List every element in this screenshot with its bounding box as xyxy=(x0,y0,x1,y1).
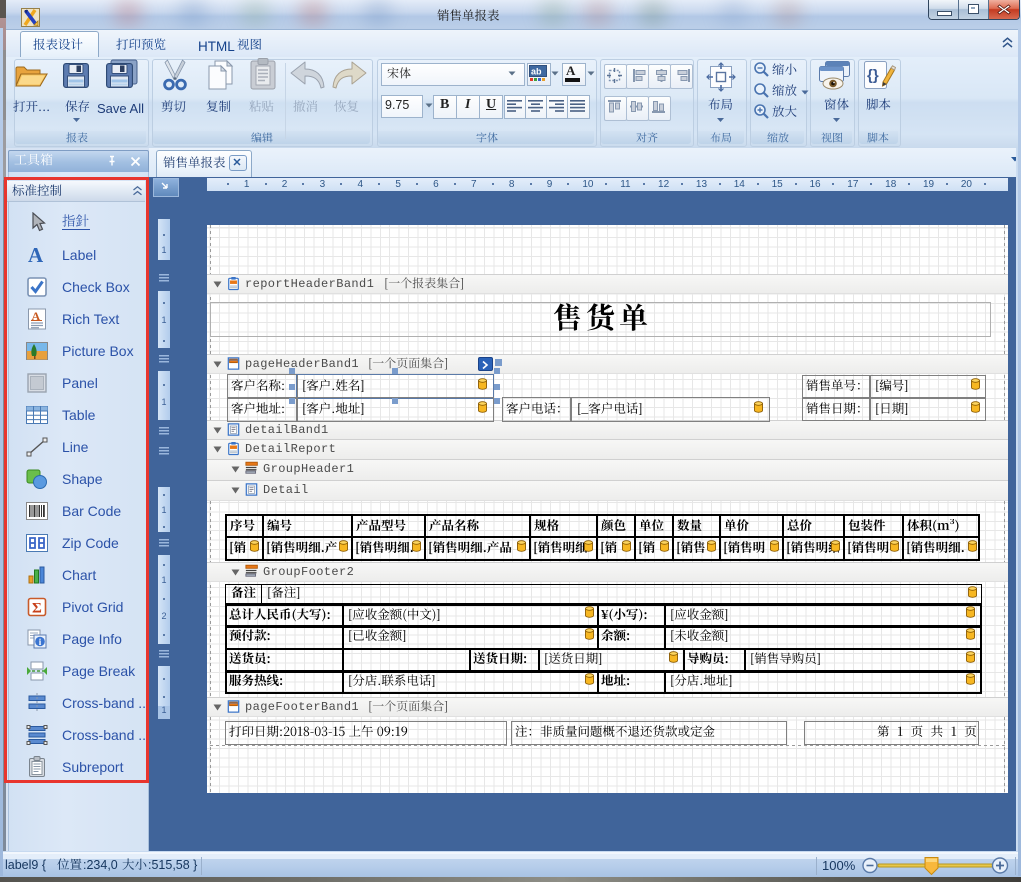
svg-text:ab: ab xyxy=(531,67,542,77)
svg-text:{}: {} xyxy=(867,67,879,84)
